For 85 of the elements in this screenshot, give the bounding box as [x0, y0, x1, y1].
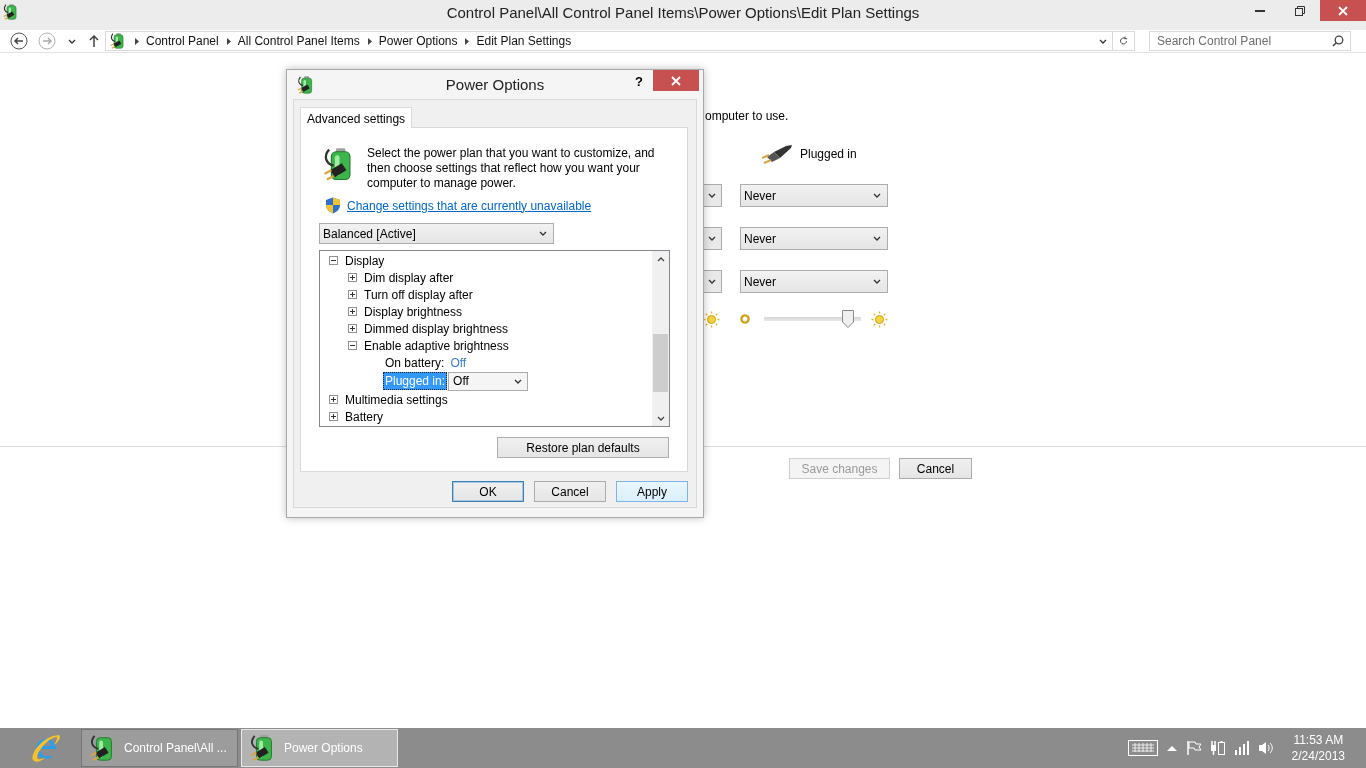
plan-dropdown[interactable]: Balanced [Active] [319, 223, 554, 244]
expand-icon[interactable] [348, 324, 357, 333]
control-panel-icon [109, 32, 127, 50]
slider-thumb[interactable] [842, 310, 855, 328]
caret-icon[interactable] [708, 193, 716, 198]
expand-icon[interactable] [329, 395, 338, 404]
caret-icon[interactable] [708, 236, 716, 241]
refresh-icon [1119, 35, 1128, 47]
column-header: Plugged in [800, 147, 857, 161]
breadcrumb-arrow-icon[interactable] [226, 37, 231, 45]
plugged-in-dropdown[interactable]: Never [740, 227, 888, 250]
minimize-icon [1255, 9, 1265, 12]
volume-icon[interactable] [1257, 740, 1274, 756]
scrollbar[interactable] [652, 251, 669, 426]
caret-icon[interactable] [873, 193, 881, 198]
dim-brightness-icon [740, 314, 750, 324]
address-dropdown-caret-icon[interactable] [1099, 38, 1107, 44]
tab[interactable]: Advanced settings [300, 107, 413, 128]
scroll-up-icon[interactable] [656, 257, 665, 262]
power-icon[interactable] [1209, 740, 1226, 756]
tree-item[interactable]: Multimedia settings [345, 392, 448, 407]
plugged-in-dropdown[interactable]: Never [740, 184, 888, 207]
collapse-icon[interactable] [348, 341, 357, 350]
scrollbar-thumb[interactable] [653, 334, 668, 392]
sun-icon [703, 310, 720, 328]
expand-icon[interactable] [348, 307, 357, 316]
tree-item[interactable]: Display brightness [364, 304, 463, 319]
flag-icon[interactable] [1185, 740, 1202, 756]
setting-label[interactable]: On battery: [383, 353, 447, 372]
tree-item[interactable]: Turn off display after [364, 287, 473, 302]
address-field[interactable]: Control Panel All Control Panel Items Power Options Edit Plan Settings [105, 31, 1113, 51]
refresh-button[interactable] [1113, 31, 1135, 51]
setting-value[interactable]: Off [450, 355, 467, 370]
change-settings-link[interactable]: Change settings that are currently unavailable [347, 198, 592, 213]
description-text: Select the power plan that you want to customize, and then choose settings that reflect how you want your computer to manage power. [367, 146, 656, 191]
breadcrumb-arrow-icon[interactable] [135, 37, 139, 45]
up-arrow-icon[interactable] [89, 35, 99, 47]
search-icon [1332, 35, 1344, 47]
caret-icon[interactable] [708, 279, 716, 284]
plug-icon [762, 144, 792, 164]
scroll-down-icon[interactable] [656, 416, 665, 421]
restore-icon [1295, 5, 1305, 16]
caret-icon[interactable] [514, 378, 523, 384]
cancel-button[interactable]: Cancel [534, 481, 606, 502]
breadcrumb-item[interactable]: Power Options [378, 34, 458, 48]
ok-button[interactable]: OK [452, 481, 524, 502]
expand-icon[interactable] [329, 412, 338, 421]
tree-item[interactable]: Dim display after [364, 270, 454, 285]
dialog-title: Power Options [445, 75, 545, 93]
caret-icon[interactable] [873, 236, 881, 241]
close-icon [1338, 5, 1348, 16]
search-field[interactable]: Search Control Panel [1149, 31, 1351, 51]
tree-item[interactable]: Battery [345, 409, 383, 424]
breadcrumb-arrow-icon[interactable] [465, 37, 470, 45]
sun-icon [871, 310, 888, 328]
caret-icon[interactable] [873, 279, 881, 284]
tree-item[interactable]: Enable adaptive brightness [364, 338, 509, 353]
breadcrumb-item[interactable]: Control Panel [146, 34, 219, 48]
cancel-button[interactable]: Cancel [899, 458, 972, 479]
signal-icon[interactable] [1233, 740, 1250, 756]
collapse-icon[interactable] [329, 256, 338, 265]
tree-item[interactable]: Dimmed display brightness [364, 321, 509, 336]
shield-icon [325, 197, 341, 214]
caret-icon[interactable] [539, 231, 547, 236]
setting-dropdown[interactable]: Off [448, 371, 529, 391]
breadcrumb-item[interactable]: All Control Panel Items [237, 34, 360, 48]
help-button[interactable]: ? [635, 74, 643, 89]
window-title: Control Panel\All Control Panel Items\Power Options\Edit Plan Settings [446, 3, 920, 21]
expand-icon[interactable] [348, 273, 357, 282]
show-hidden-icons-icon[interactable] [1165, 744, 1178, 752]
app-icon [2, 3, 20, 21]
tree-item[interactable]: Display [345, 253, 385, 268]
plugged-in-dropdown[interactable]: Never [740, 270, 888, 293]
back-button[interactable] [10, 32, 28, 50]
breadcrumb-arrow-icon[interactable] [367, 37, 372, 45]
restore-defaults-button[interactable]: Restore plan defaults [497, 437, 669, 458]
close-button[interactable] [653, 70, 699, 91]
apply-button[interactable]: Apply [616, 481, 688, 502]
keyboard-icon[interactable] [1127, 740, 1158, 756]
breadcrumb-item[interactable]: Edit Plan Settings [476, 34, 572, 48]
close-button[interactable] [1320, 0, 1366, 21]
expand-icon[interactable] [348, 290, 357, 299]
description-text: omputer to use. [704, 109, 790, 124]
recent-pages-caret-icon[interactable] [68, 38, 76, 44]
close-icon [671, 75, 681, 86]
